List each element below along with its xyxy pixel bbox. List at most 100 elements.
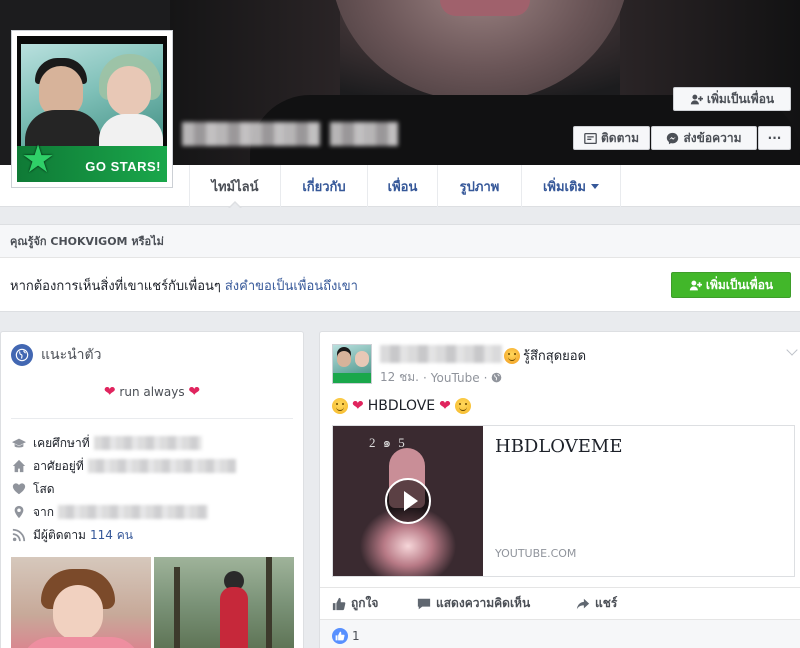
- photo-thumbnail-1[interactable]: [11, 557, 151, 648]
- add-friend-button[interactable]: เพิ่มเป็นเพื่อน: [673, 87, 791, 111]
- tab-about[interactable]: เกี่ยวกับ: [280, 165, 367, 207]
- followers-count-link[interactable]: 114 คน: [90, 526, 133, 545]
- thumb1-top: [21, 637, 141, 648]
- message-button[interactable]: ส่งข้อความ: [651, 126, 757, 150]
- heart-outline-icon: [11, 481, 27, 497]
- home-icon: [11, 458, 27, 474]
- profile-picture-frame: ★ GO STARS!: [17, 36, 167, 182]
- post-meta: 12 ชม. · YouTube ·: [380, 368, 502, 387]
- relationship-value: โสด: [33, 481, 55, 496]
- heart-icon: ❤: [439, 398, 451, 414]
- person1-face: [39, 66, 83, 116]
- intro-row-studied: เคยศึกษาที่: [11, 434, 202, 452]
- video-thumbnail[interactable]: 2 ๑ 5: [333, 426, 483, 576]
- tab-about-label: เกี่ยวกับ: [302, 179, 346, 195]
- tab-timeline[interactable]: ไทม์ไลน์: [189, 165, 280, 209]
- post-timestamp[interactable]: 12 ชม.: [380, 368, 419, 387]
- tab-timeline-label: ไทม์ไลน์: [211, 179, 259, 195]
- avatar-banner: [333, 373, 371, 383]
- timeline-post: รู้สึกสุดยอด 12 ชม. · YouTube · ❤ HBDLOV…: [319, 331, 800, 648]
- add-friend-icon: [690, 94, 703, 104]
- star-struck-emoji-icon: [504, 347, 520, 364]
- heart-icon: ❤: [188, 384, 201, 400]
- add-friend-label: เพิ่มเป็นเพื่อน: [706, 91, 775, 106]
- intro-row-relationship: โสด: [11, 480, 55, 498]
- share-button[interactable]: แชร์: [576, 594, 617, 613]
- from-label: จาก: [33, 504, 55, 519]
- share-arrow-icon: [576, 598, 590, 609]
- post-text-content: HBDLOVE: [367, 398, 436, 414]
- graduation-cap-icon: [11, 435, 27, 451]
- thumb2-tree-2: [266, 557, 272, 648]
- like-button[interactable]: ถูกใจ: [332, 594, 378, 613]
- comment-button[interactable]: แสดงความคิดเห็น: [417, 594, 530, 613]
- shared-link-preview[interactable]: 2 ๑ 5 HBDLOVEME YOUTUBE.COM: [332, 425, 795, 577]
- from-value-blurred: [58, 505, 209, 519]
- photo-thumbnail-2[interactable]: [154, 557, 294, 648]
- add-friend-green-label: เพิ่มเป็นเพื่อน: [705, 277, 774, 292]
- caret-down-icon: [591, 183, 600, 189]
- add-friend-icon: [689, 280, 702, 290]
- intro-bio-text: run always: [119, 385, 185, 399]
- tab-photos[interactable]: รูปภาพ: [437, 165, 521, 207]
- globe-privacy-icon[interactable]: [491, 372, 502, 383]
- post-options-chevron-icon[interactable]: [786, 344, 798, 356]
- post-source[interactable]: YouTube: [431, 371, 480, 385]
- person2-face: [107, 66, 151, 116]
- messenger-icon: [667, 132, 679, 144]
- like-reaction-icon[interactable]: [332, 628, 348, 644]
- meta-separator: ·: [483, 370, 488, 385]
- link-domain: YOUTUBE.COM: [495, 547, 577, 560]
- tab-more-label: เพิ่มเติม: [542, 179, 587, 195]
- follow-button[interactable]: ติดตาม: [573, 126, 650, 150]
- thumb1-face: [53, 585, 103, 641]
- thumb2-tree-1: [174, 567, 180, 648]
- share-label: แชร์: [595, 596, 618, 610]
- intro-row-from: จาก: [11, 503, 209, 521]
- profile-name-blurred: [182, 122, 320, 146]
- intro-row-followers: มีผู้ติดตาม 114 คน: [11, 526, 133, 544]
- avatar-person-1: [337, 351, 351, 367]
- intro-title-text: แนะนำตัว: [41, 347, 102, 363]
- know-box-heading: คุณรู้จัก CHOKVIGOM หรือไม่: [0, 225, 800, 258]
- comment-label: แสดงความคิดเห็น: [436, 596, 531, 610]
- post-actions: ถูกใจ แสดงความคิดเห็น แชร์: [320, 587, 800, 617]
- more-options-button[interactable]: ···: [758, 126, 791, 150]
- tab-friends[interactable]: เพื่อน: [367, 165, 437, 207]
- avatar-person-2: [355, 351, 369, 367]
- know-box: คุณรู้จัก CHOKVIGOM หรือไม่ หากต้องการเห…: [0, 224, 800, 312]
- smile-emoji-icon: [332, 398, 348, 414]
- add-friend-green-button[interactable]: เพิ่มเป็นเพื่อน: [671, 272, 791, 298]
- intro-title: แนะนำตัว: [11, 344, 102, 366]
- tab-photos-label: รูปภาพ: [459, 179, 500, 195]
- profile-picture[interactable]: ★ GO STARS!: [11, 30, 173, 188]
- send-friend-request-link[interactable]: ส่งคำขอเป็นเพื่อนถึงเขา: [225, 275, 358, 296]
- thumbs-up-icon: [332, 597, 346, 610]
- post-author-avatar[interactable]: [332, 344, 372, 384]
- intro-divider: [11, 418, 293, 419]
- comment-icon: [417, 598, 431, 609]
- post-author-name-blurred[interactable]: [380, 345, 502, 363]
- heart-icon: ❤: [352, 398, 364, 414]
- star-logo-icon: ★: [21, 137, 56, 181]
- play-icon[interactable]: [385, 478, 431, 524]
- meta-separator: ·: [422, 370, 427, 385]
- intro-card: แนะนำตัว ❤ run always ❤ เคยศึกษาที่ อาศั…: [0, 331, 304, 648]
- lives-label: อาศัยอยู่ที่: [33, 458, 84, 473]
- like-label: ถูกใจ: [351, 596, 379, 610]
- smile-emoji-icon: [454, 398, 471, 414]
- message-label: ส่งข้อความ: [683, 130, 742, 145]
- lives-value-blurred: [87, 459, 236, 473]
- cover-lips: [440, 0, 530, 16]
- tab-more[interactable]: เพิ่มเติม: [521, 165, 621, 207]
- followers-label: มีผู้ติดตาม: [33, 527, 86, 542]
- follow-label: ติดตาม: [600, 130, 640, 145]
- reaction-count[interactable]: 1: [352, 629, 360, 643]
- post-text: ❤ HBDLOVE ❤: [332, 398, 471, 414]
- post-feeling: รู้สึกสุดยอด: [504, 345, 586, 366]
- link-title[interactable]: HBDLOVEME: [495, 436, 622, 457]
- studied-value-blurred: [93, 436, 202, 450]
- globe-icon: [11, 344, 33, 366]
- location-pin-icon: [11, 504, 27, 520]
- ellipsis-icon: ···: [767, 131, 782, 145]
